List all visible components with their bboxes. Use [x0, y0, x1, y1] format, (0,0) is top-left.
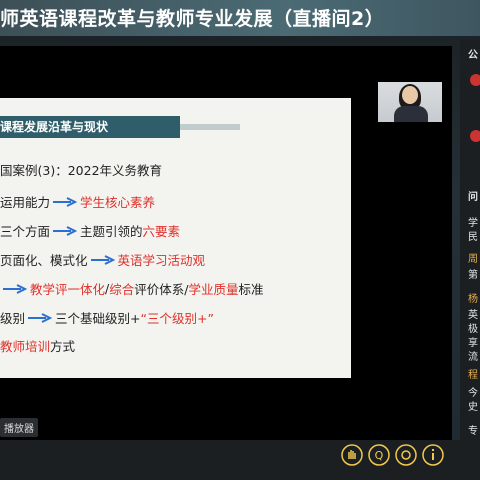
slide-line-text: 方式: [50, 339, 76, 354]
settings-icon[interactable]: [395, 444, 417, 466]
slide-line-1: 国案例(3)：2022年义务教育: [0, 160, 162, 179]
slide-line-6: 级别 三个基础级别+ “三个级别+”: [0, 308, 214, 327]
slide-line-text: 评价体系/: [134, 282, 189, 297]
control-bar: [0, 440, 460, 480]
side-panel-text: 英: [468, 310, 478, 321]
slide-line-5: 教学评一体化 / 综合 评价体系/ 学业质量 标准: [0, 279, 264, 298]
side-panel-text: 享: [468, 338, 478, 349]
side-panel-text: 极: [468, 324, 478, 335]
side-panel-text: 第: [468, 270, 478, 281]
slide-line-text: 国案例(3)：2022年义务教育: [0, 163, 163, 178]
slide-line-text: 标准: [238, 282, 264, 297]
player-label[interactable]: 播放器: [0, 418, 38, 437]
slide-line-highlight: 六要素: [142, 224, 181, 239]
side-panel-text: 流: [468, 352, 478, 363]
slide-line-3: 三个方面 主题引领的 六要素: [0, 221, 180, 240]
slide-line-highlight: 教师培训: [0, 339, 51, 354]
presenter-face: [402, 86, 418, 104]
slide-line-text: 主题引领的: [80, 224, 143, 239]
side-panel-text: 史: [468, 402, 478, 413]
side-panel-text: 专: [468, 426, 478, 437]
arrow-right-icon: [90, 254, 115, 265]
side-panel-label: 公: [468, 50, 478, 61]
app-window: 师英语课程改革与教师专业发展（直播间2） 课程发展沿革与现状 国案例(3)：20…: [0, 0, 480, 480]
slide-line-text: 三个基础级别+: [55, 311, 141, 326]
question-icon[interactable]: Q: [368, 444, 390, 466]
svg-text:Q: Q: [375, 449, 384, 462]
presentation-slide: 课程发展沿革与现状 国案例(3)：2022年义务教育 运用能力 学生核心素养 三…: [0, 98, 351, 378]
side-panel-text: 杨: [468, 294, 478, 305]
side-panel-text: 民: [468, 232, 478, 243]
header-decoration: [180, 124, 240, 130]
slide-line-highlight: 学业质量: [188, 282, 239, 297]
arrow-right-icon: [28, 312, 53, 323]
slide-line-text: 级别: [0, 311, 26, 326]
arrow-right-icon: [53, 225, 78, 236]
side-panel-text: 程: [468, 370, 478, 381]
live-dot-icon: [470, 74, 480, 86]
slide-line-text: 运用能力: [0, 195, 51, 210]
slide-line-highlight: 综合: [109, 282, 135, 297]
slide-line-text: 页面化、模式化: [0, 253, 88, 268]
presenter-body: [394, 106, 428, 122]
slide-line-7: 教师培训 方式: [0, 336, 75, 355]
side-panel-text: 周: [468, 254, 478, 265]
page-title: 师英语课程改革与教师专业发展（直播间2）: [0, 8, 385, 30]
title-bar: 师英语课程改革与教师专业发展（直播间2）: [0, 0, 480, 36]
slide-line-highlight: 教学评一体化: [30, 282, 106, 297]
side-panel-text: 今: [468, 388, 478, 399]
arrow-right-icon: [53, 196, 78, 207]
raise-hand-icon[interactable]: [341, 444, 363, 466]
slide-line-text: 三个方面: [0, 224, 51, 239]
side-panel-text: 学: [468, 218, 478, 229]
slide-line-highlight: 学生核心素养: [80, 195, 156, 210]
slide-line-highlight: 英语学习活动观: [117, 253, 206, 268]
slide-line-highlight: “三个级别+”: [140, 311, 214, 326]
live-dot-icon: [470, 130, 480, 142]
side-panel-label: 问: [468, 192, 478, 203]
slide-line-2: 运用能力 学生核心素养: [0, 192, 155, 211]
presenter-camera: [378, 82, 442, 122]
info-icon[interactable]: [422, 444, 444, 466]
slide-header: 课程发展沿革与现状: [0, 116, 180, 138]
arrow-right-icon: [3, 283, 27, 294]
slide-line-4: 页面化、模式化 英语学习活动观: [0, 250, 205, 269]
